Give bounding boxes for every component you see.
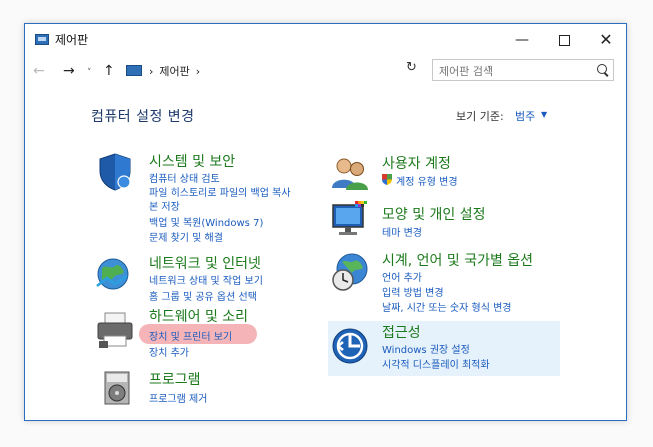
back-button[interactable]: ←	[33, 62, 45, 80]
search-input[interactable]: 제어판 검색	[432, 59, 614, 81]
link-homegroup-sharing[interactable]: 홈 그룹 및 공유 옵션 선택	[149, 288, 257, 303]
title-bar[interactable]: 제어판 — ✕	[25, 24, 626, 56]
maximize-icon	[558, 34, 570, 46]
link-network-status[interactable]: 네트워크 상태 및 작업 보기	[149, 272, 263, 287]
window-title: 제어판	[55, 33, 89, 47]
link-backup-restore[interactable]: 백업 및 복원(Windows 7)	[149, 214, 263, 229]
link-troubleshoot[interactable]: 문제 찾기 및 해결	[149, 229, 223, 244]
close-button[interactable]: ✕	[585, 24, 626, 56]
search-placeholder: 제어판 검색	[439, 65, 494, 78]
link-file-history-backup-cont[interactable]: 본 저장	[149, 198, 180, 213]
control-panel-window: 제어판 — ✕ ← → ˅ ↑ › 제어판 › ˅ ↻ 제어판 검색 컴퓨터 설정 …	[24, 23, 627, 421]
printer-icon[interactable]	[95, 310, 135, 350]
category-system-security[interactable]: 시스템 및 보안	[149, 151, 235, 171]
link-optimize-visual-display[interactable]: 시각적 디스플레이 최적화	[382, 356, 490, 371]
link-change-account-type[interactable]: 계정 유형 변경	[382, 173, 458, 188]
category-appearance-personalization[interactable]: 모양 및 개인 설정	[382, 204, 486, 224]
users-icon[interactable]	[330, 154, 370, 194]
up-button[interactable]: ↑	[103, 62, 115, 80]
search-icon[interactable]	[597, 64, 607, 74]
recent-locations-button[interactable]: ˅	[87, 64, 92, 82]
category-user-accounts[interactable]: 사용자 계정	[382, 153, 451, 173]
link-windows-recommended-settings[interactable]: Windows 권장 설정	[382, 341, 470, 356]
link-add-device[interactable]: 장치 추가	[149, 344, 189, 359]
address-field[interactable]: › 제어판 › ˅	[122, 60, 492, 82]
link-change-date-time-format[interactable]: 날짜, 시간 또는 숫자 형식 변경	[382, 299, 511, 314]
view-by-label: 보기 기준:	[456, 110, 504, 123]
category-hardware-sound[interactable]: 하드웨어 및 소리	[149, 306, 248, 326]
uac-shield-icon	[382, 174, 392, 185]
address-bar: ← → ˅ ↑ › 제어판 › ˅ ↻ 제어판 검색	[25, 58, 626, 84]
clock-globe-icon[interactable]	[330, 252, 370, 292]
minimize-button[interactable]: —	[501, 24, 543, 56]
link-uninstall-program[interactable]: 프로그램 제거	[149, 390, 207, 405]
view-by-dropdown[interactable]: 범주	[515, 108, 535, 124]
monitor-palette-icon[interactable]	[330, 200, 370, 240]
programs-icon[interactable]	[97, 368, 137, 408]
control-panel-icon	[126, 65, 142, 76]
category-programs[interactable]: 프로그램	[149, 369, 201, 389]
breadcrumb: › 제어판 ›	[149, 63, 206, 79]
forward-button[interactable]: →	[63, 62, 75, 80]
chevron-down-icon[interactable]: ▼	[541, 110, 547, 119]
maximize-button[interactable]	[543, 24, 585, 56]
link-add-language[interactable]: 언어 추가	[382, 269, 422, 284]
breadcrumb-separator[interactable]: ›	[196, 65, 200, 78]
control-panel-icon	[35, 34, 49, 45]
link-file-history-backup[interactable]: 파일 히스토리로 파일의 백업 복사	[149, 184, 291, 199]
shield-icon[interactable]	[95, 152, 135, 192]
link-change-theme[interactable]: 테마 변경	[382, 224, 422, 239]
page-title: 컴퓨터 설정 변경	[91, 109, 195, 125]
network-globe-icon[interactable]	[93, 254, 133, 294]
refresh-button[interactable]: ↻	[406, 60, 417, 75]
category-clock-language-region[interactable]: 시계, 언어 및 국가별 옵션	[382, 250, 533, 270]
category-network-internet[interactable]: 네트워크 및 인터넷	[149, 253, 261, 273]
link-change-account-type-label[interactable]: 계정 유형 변경	[396, 177, 458, 188]
breadcrumb-separator[interactable]: ›	[149, 65, 153, 78]
link-review-computer-status[interactable]: 컴퓨터 상태 검토	[149, 170, 220, 185]
link-change-input-method[interactable]: 입력 방법 변경	[382, 284, 444, 299]
accessibility-icon[interactable]	[330, 326, 370, 366]
link-view-devices-printers[interactable]: 장치 및 프린터 보기	[149, 328, 232, 343]
category-ease-of-access[interactable]: 접근성	[382, 322, 421, 342]
breadcrumb-item-control-panel[interactable]: 제어판	[159, 65, 189, 78]
